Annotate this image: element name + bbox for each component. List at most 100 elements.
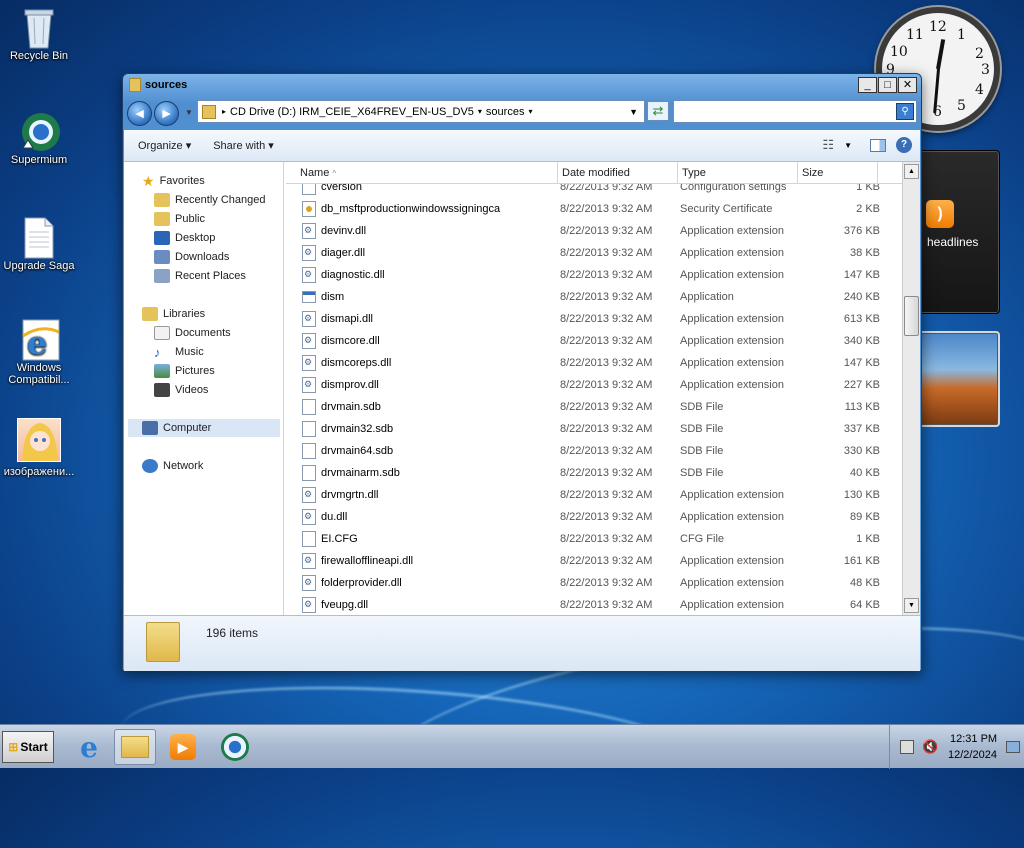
nav-documents[interactable]: Documents [154, 324, 231, 342]
folder-icon [154, 212, 170, 226]
clock-time[interactable]: 12:31 PM [950, 733, 997, 745]
file-size: 48 KB [850, 577, 880, 589]
file-row[interactable]: devinv.dll 8/22/2013 9:32 AM Application e… [286, 220, 902, 242]
nav-recently-changed[interactable]: Recently Changed [154, 191, 266, 209]
search-input[interactable] [678, 102, 896, 121]
file-icon [302, 487, 316, 503]
file-row[interactable]: cversion 8/22/2013 9:32 AM Configuration s… [286, 184, 902, 198]
minimize-button[interactable]: _ [858, 77, 877, 93]
details-pane: 196 items [124, 615, 920, 671]
view-options-icon[interactable]: ☷ [822, 137, 834, 153]
file-name: dism [321, 291, 345, 303]
nav-pictures[interactable]: Pictures [154, 362, 215, 380]
chevron-down-icon[interactable]: ▾ [528, 107, 532, 116]
file-row[interactable]: drvmainarm.sdb 8/22/2013 9:32 AM SDB File 4… [286, 462, 902, 484]
file-row[interactable]: diagnostic.dll 8/22/2013 9:32 AM Applicati… [286, 264, 902, 286]
nav-network[interactable]: Network [142, 457, 203, 475]
file-size: 64 KB [850, 599, 880, 611]
file-row[interactable]: diager.dll 8/22/2013 9:32 AM Application e… [286, 242, 902, 264]
file-row[interactable]: dismcoreps.dll 8/22/2013 9:32 AM Applicati… [286, 352, 902, 374]
column-date-modified[interactable]: Date modified [558, 162, 678, 184]
file-type: Application extension [680, 269, 784, 281]
help-icon[interactable]: ? [896, 137, 912, 153]
address-dropdown[interactable]: ▼ [629, 107, 638, 117]
nav-music[interactable]: ♪ Music [154, 343, 204, 361]
desktop-icon-recycle-bin[interactable]: Recycle Bin [0, 6, 78, 62]
nav-public[interactable]: Public [154, 210, 205, 228]
file-row[interactable]: du.dll 8/22/2013 9:32 AM Application exten… [286, 506, 902, 528]
file-row[interactable]: folderprovider.dll 8/22/2013 9:32 AM Appli… [286, 572, 902, 594]
file-row[interactable]: drvmain32.sdb 8/22/2013 9:32 AM SDB File 33… [286, 418, 902, 440]
maximize-button[interactable]: □ [878, 77, 897, 93]
taskbar-supermium[interactable] [214, 729, 256, 765]
file-row[interactable]: dismapi.dll 8/22/2013 9:32 AM Application … [286, 308, 902, 330]
nav-favorites[interactable]: ★ Favorites [142, 172, 205, 190]
preview-pane-icon[interactable] [870, 138, 886, 152]
nav-libraries[interactable]: Libraries [142, 305, 205, 323]
network-tray-icon[interactable] [900, 740, 914, 754]
desktop-icon-label: изображени... [3, 466, 75, 478]
file-size: 161 KB [843, 555, 880, 567]
address-bar[interactable]: ▸ CD Drive (D:) IRM_CEIE_X64FREV_EN-US_D… [197, 100, 645, 123]
volume-muted-icon[interactable]: 🔇 [922, 739, 938, 755]
file-row[interactable]: dismcore.dll 8/22/2013 9:32 AM Application… [286, 330, 902, 352]
desktop-icon-image[interactable]: изображени... [0, 418, 78, 478]
column-type[interactable]: Type [678, 162, 798, 184]
chevron-right-icon[interactable]: ▸ [222, 107, 226, 116]
title-bar[interactable]: sources _ □ ✕ [123, 74, 921, 96]
file-type: CFG File [680, 533, 724, 545]
refresh-button[interactable]: ⇄ [647, 101, 669, 121]
desktop-icon-supermium[interactable]: Supermium [0, 110, 78, 166]
chevron-down-icon[interactable]: ▾ [478, 107, 482, 116]
nav-videos[interactable]: Videos [154, 381, 208, 399]
column-size[interactable]: Size [798, 162, 878, 184]
show-desktop-button[interactable] [1006, 741, 1020, 753]
breadcrumb-segment[interactable]: sources [486, 106, 525, 118]
file-row[interactable]: drvmgrtn.dll 8/22/2013 9:32 AM Application… [286, 484, 902, 506]
back-button[interactable]: ◄ [127, 100, 152, 126]
breadcrumb-segment[interactable]: CD Drive (D:) IRM_CEIE_X64FREV_EN-US_DV5 [230, 106, 474, 118]
file-row[interactable]: dismprov.dll 8/22/2013 9:32 AM Application… [286, 374, 902, 396]
file-name: folderprovider.dll [321, 577, 402, 589]
file-row[interactable]: drvmain.sdb 8/22/2013 9:32 AM SDB File 113 … [286, 396, 902, 418]
share-with-button[interactable]: Share with ▾ [213, 139, 274, 152]
file-row[interactable]: firewallofflineapi.dll 8/22/2013 9:32 AM A… [286, 550, 902, 572]
organize-button[interactable]: Organize ▾ [138, 139, 191, 152]
network-icon [142, 459, 158, 473]
nav-computer[interactable]: Computer [128, 419, 280, 437]
taskbar-internet-explorer[interactable]: e [68, 729, 110, 765]
file-date: 8/22/2013 9:32 AM [560, 423, 653, 435]
file-size: 227 KB [843, 379, 880, 391]
close-button[interactable]: ✕ [898, 77, 917, 93]
search-box[interactable]: ⚲ [673, 100, 917, 123]
chevron-down-icon[interactable]: ▼ [844, 141, 852, 150]
clock-number: 10 [890, 44, 908, 60]
file-row[interactable]: fveupg.dll 8/22/2013 9:32 AM Application e… [286, 594, 902, 615]
slideshow-gadget[interactable] [918, 331, 1000, 427]
file-row[interactable]: EI.CFG 8/22/2013 9:32 AM CFG File 1 KB [286, 528, 902, 550]
vertical-scrollbar[interactable]: ▲ ▼ [902, 162, 920, 615]
nav-desktop[interactable]: Desktop [154, 229, 215, 247]
taskbar-media-player[interactable]: ▶ [162, 729, 204, 765]
column-name[interactable]: Name ^ [286, 162, 558, 184]
headlines-gadget[interactable]: ) headlines [918, 150, 1000, 314]
scroll-up-button[interactable]: ▲ [904, 164, 919, 179]
scrollbar-thumb[interactable] [904, 296, 919, 336]
forward-button[interactable]: ► [154, 100, 179, 126]
start-button[interactable]: ⊞ Start [2, 731, 54, 763]
taskbar-windows-explorer[interactable] [114, 729, 156, 765]
file-icon [302, 509, 316, 525]
file-row[interactable]: db_msftproductionwindowssigningca 8/22/20… [286, 198, 902, 220]
search-icon[interactable]: ⚲ [896, 103, 914, 120]
file-row[interactable]: drvmain64.sdb 8/22/2013 9:32 AM SDB File 33… [286, 440, 902, 462]
clock-date[interactable]: 12/2/2024 [948, 749, 997, 761]
desktop-icon-windows-compatibility[interactable]: e Windows Compatibil... [0, 318, 78, 386]
clock-number: 11 [906, 27, 924, 43]
scroll-down-button[interactable]: ▼ [904, 598, 919, 613]
file-row[interactable]: dism 8/22/2013 9:32 AM Application 240 KB [286, 286, 902, 308]
explorer-window[interactable]: sources _ □ ✕ ◄ ► ▼ ▸ CD Drive (D:) IRM_… [122, 73, 922, 671]
desktop-icon-upgrade-saga[interactable]: Upgrade Saga [0, 216, 78, 272]
nav-recent-places[interactable]: Recent Places [154, 267, 246, 285]
recent-pages-dropdown[interactable]: ▼ [185, 108, 193, 117]
nav-downloads[interactable]: Downloads [154, 248, 229, 266]
